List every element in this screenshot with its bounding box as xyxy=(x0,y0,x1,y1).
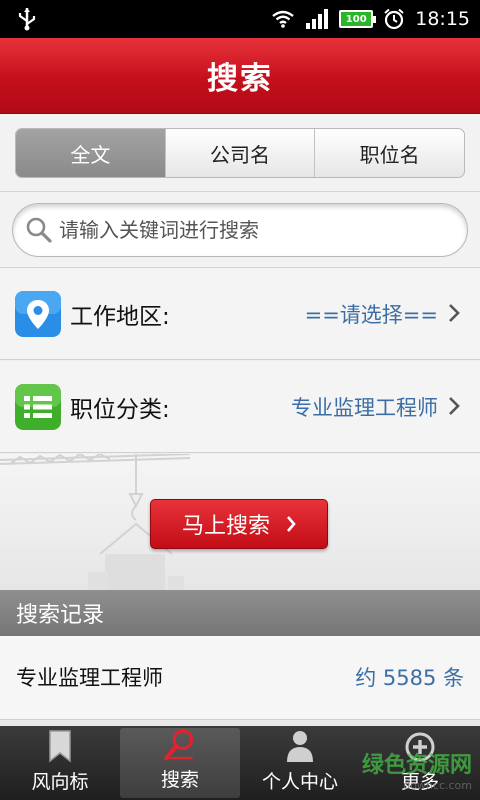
history-header: 搜索记录 xyxy=(0,590,480,636)
search-box[interactable] xyxy=(12,203,468,257)
signal-icon xyxy=(306,9,329,29)
chevron-right-icon xyxy=(287,516,296,532)
watermark-text: 绿色资源网 xyxy=(361,753,472,778)
alarm-icon xyxy=(384,8,404,30)
search-icon xyxy=(26,217,52,243)
person-icon xyxy=(287,731,313,762)
history-item[interactable]: 专业监理工程师 约 5585 条 xyxy=(0,636,480,720)
list-icon xyxy=(15,384,61,430)
app-header: 搜索 xyxy=(0,38,480,114)
nav-item-search[interactable]: 搜索 xyxy=(120,728,240,798)
decorative-crane-background: 马上搜索 xyxy=(0,454,480,590)
nav-label: 搜索 xyxy=(160,769,199,791)
tab-full-text[interactable]: 全文 xyxy=(16,129,166,177)
location-label: 工作地区: xyxy=(70,303,170,330)
nav-item-profile[interactable]: 个人中心 xyxy=(240,726,360,800)
category-selector-row[interactable]: 职位分类: 专业监理工程师 xyxy=(0,361,480,453)
watermark-url: downcc.com xyxy=(403,779,472,792)
search-type-tabs: 全文 公司名 职位名 xyxy=(15,128,465,178)
bookmark-icon xyxy=(49,730,71,763)
history-count: 约 5585 条 xyxy=(355,666,464,690)
status-bar: 100 18:15 xyxy=(0,0,480,38)
nav-label: 风向标 xyxy=(31,771,89,793)
nav-label: 个人中心 xyxy=(261,771,338,793)
location-pin-icon xyxy=(15,291,61,337)
search-type-area: 全文 公司名 职位名 xyxy=(0,114,480,192)
tab-position-name[interactable]: 职位名 xyxy=(315,129,464,177)
chevron-right-icon xyxy=(449,304,460,322)
search-input[interactable] xyxy=(59,218,449,242)
search-icon xyxy=(164,729,194,761)
nav-item-trends[interactable]: 风向标 xyxy=(0,726,120,800)
location-selector-row[interactable]: 工作地区: ==请选择== xyxy=(0,268,480,360)
tab-company-name[interactable]: 公司名 xyxy=(166,129,316,177)
watermark: 绿色资源网 downcc.com xyxy=(362,747,472,792)
battery-level: 100 xyxy=(345,13,367,25)
history-title: 搜索记录 xyxy=(16,603,105,628)
search-now-button[interactable]: 马上搜索 xyxy=(150,499,328,549)
chevron-right-icon xyxy=(449,397,460,415)
search-area xyxy=(0,192,480,268)
location-value: ==请选择== xyxy=(304,302,438,327)
history-term: 专业监理工程师 xyxy=(16,666,163,690)
clock: 18:15 xyxy=(415,8,470,30)
wifi-icon xyxy=(272,10,294,28)
category-value: 专业监理工程师 xyxy=(291,395,438,420)
battery-icon: 100 xyxy=(339,10,377,28)
page-title: 搜索 xyxy=(207,61,273,97)
search-now-label: 马上搜索 xyxy=(181,514,270,539)
usb-icon xyxy=(18,8,36,31)
category-label: 职位分类: xyxy=(70,396,170,423)
